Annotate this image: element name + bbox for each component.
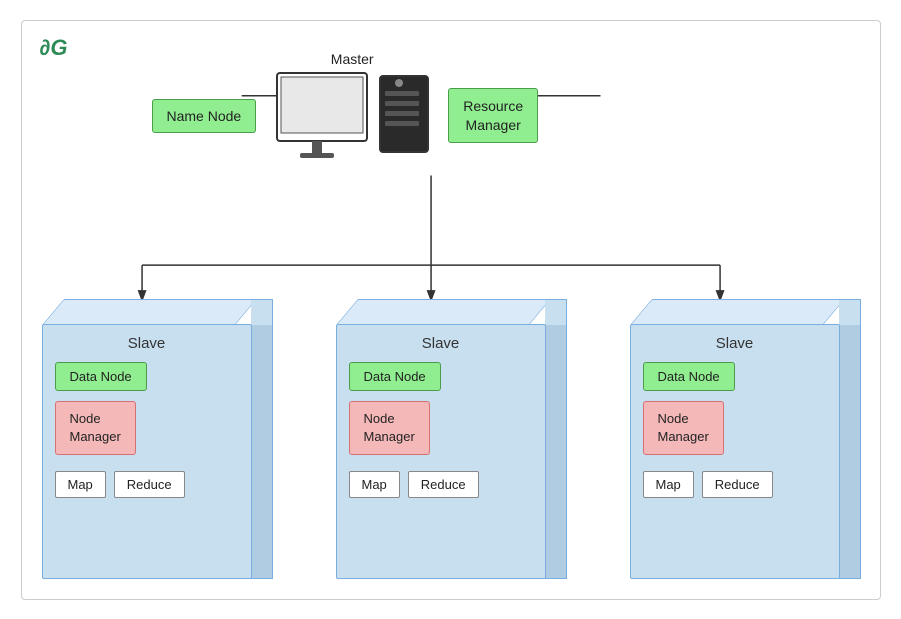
node-manager-box-1: Node Manager — [55, 401, 136, 455]
cube-top-3 — [630, 299, 845, 325]
cube-front-3: Slave Data Node Node Manager Map Reduce — [630, 324, 840, 579]
cube-top-right-3 — [839, 299, 861, 325]
slave-title-1: Slave — [55, 335, 239, 352]
master-label: Master — [331, 51, 374, 67]
slave-title-3: Slave — [643, 335, 827, 352]
map-reduce-row-3: Map Reduce — [643, 471, 827, 498]
map-box-3: Map — [643, 471, 694, 498]
cube-right-2 — [545, 324, 567, 579]
map-box-2: Map — [349, 471, 400, 498]
cube-top-right-1 — [251, 299, 273, 325]
name-node-box: Name Node — [152, 99, 257, 133]
cube-top-1 — [42, 299, 257, 325]
resource-manager-box: Resource Manager — [448, 88, 538, 142]
cube-right-3 — [839, 324, 861, 579]
map-box-1: Map — [55, 471, 106, 498]
data-node-box-2: Data Node — [349, 362, 441, 391]
map-reduce-row-2: Map Reduce — [349, 471, 533, 498]
cube-front-1: Slave Data Node Node Manager Map Reduce — [42, 324, 252, 579]
cube-top-right-2 — [545, 299, 567, 325]
data-node-box-3: Data Node — [643, 362, 735, 391]
computer-icon — [272, 71, 432, 181]
node-manager-box-3: Node Manager — [643, 401, 724, 455]
slaves-row: Slave Data Node Node Manager Map Reduce … — [42, 299, 860, 579]
master-computer: Master — [272, 51, 432, 181]
node-manager-box-2: Node Manager — [349, 401, 430, 455]
reduce-box-3: Reduce — [702, 471, 773, 498]
logo: ∂G — [40, 35, 68, 61]
reduce-box-2: Reduce — [408, 471, 479, 498]
slave-cube-3: Slave Data Node Node Manager Map Reduce — [630, 299, 860, 579]
diagram-container: ∂G Name Node Master — [21, 20, 881, 600]
reduce-box-1: Reduce — [114, 471, 185, 498]
master-area: Name Node Master — [152, 51, 539, 181]
slave-cube-2: Slave Data Node Node Manager Map Reduce — [336, 299, 566, 579]
cube-top-2 — [336, 299, 551, 325]
slave-title-2: Slave — [349, 335, 533, 352]
data-node-box-1: Data Node — [55, 362, 147, 391]
cube-front-2: Slave Data Node Node Manager Map Reduce — [336, 324, 546, 579]
map-reduce-row-1: Map Reduce — [55, 471, 239, 498]
slave-cube-1: Slave Data Node Node Manager Map Reduce — [42, 299, 272, 579]
cube-right-1 — [251, 324, 273, 579]
